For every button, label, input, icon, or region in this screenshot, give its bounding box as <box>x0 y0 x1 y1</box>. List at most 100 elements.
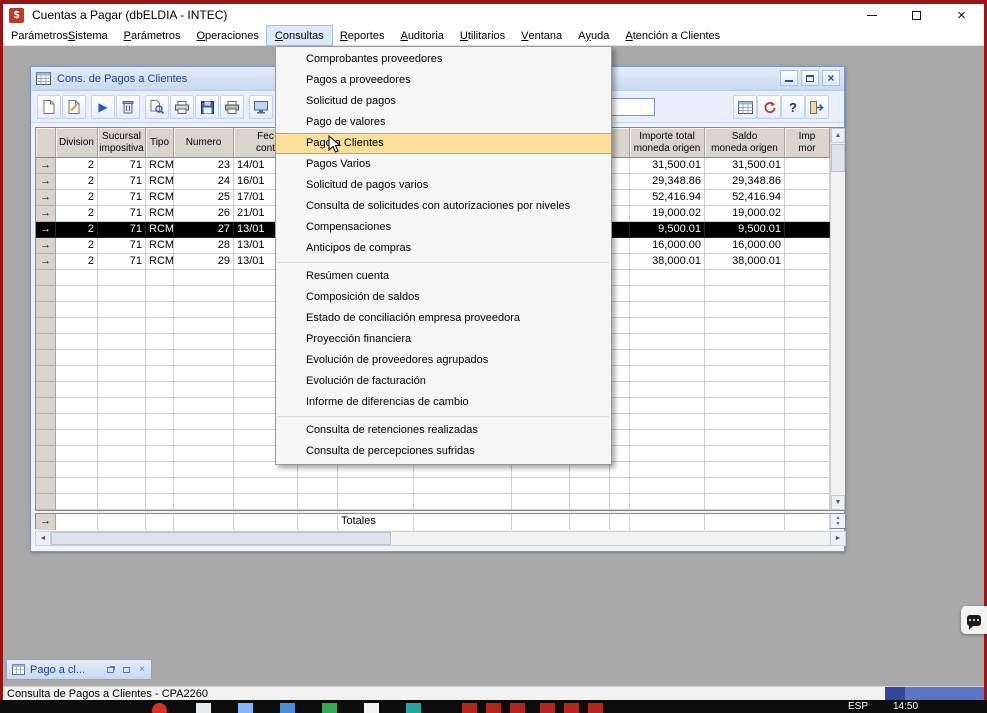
menu-item-anticipos-de-compras[interactable]: Anticipos de compras <box>276 238 611 259</box>
menubar-item-reportes[interactable]: Reportes <box>332 26 393 45</box>
taskbar-icon-1[interactable] <box>196 703 211 713</box>
menu-item-estado-de-conciliacion-empresa-proveedora[interactable]: Estado de conciliación empresa proveedor… <box>276 308 611 329</box>
preview-button[interactable] <box>145 95 169 119</box>
status-text: Consulta de Pagos a Clientes - CPA2260 <box>7 688 208 700</box>
grid-header-col-10[interactable] <box>610 128 630 158</box>
menu-item-pago-a-clientes[interactable]: Pago a Clientes <box>276 133 611 154</box>
menubar-item-parametros-sistema[interactable]: Parámetros Sistema <box>3 26 116 45</box>
export-button[interactable] <box>249 95 273 119</box>
menu-item-pagos-a-proveedores[interactable]: Pagos a proveedores <box>276 70 611 91</box>
menu-item-consulta-de-retenciones-realizadas[interactable]: Consulta de retenciones realizadas <box>276 420 611 441</box>
taskbar-icon-5[interactable] <box>364 703 379 713</box>
taskbar-icon-7[interactable] <box>462 703 477 713</box>
delete-button[interactable] <box>116 95 140 119</box>
run-button[interactable]: ▶ <box>91 95 115 119</box>
scroll-up-arrow[interactable]: ▲ <box>831 128 845 143</box>
taskbar-icon-9[interactable] <box>510 703 525 713</box>
grid-header-imp-mor[interactable]: Imp mor <box>785 128 830 158</box>
hscrollbar-thumb[interactable] <box>51 532 391 545</box>
status-segment-light <box>905 687 984 701</box>
cell <box>174 414 234 430</box>
refresh-button[interactable] <box>757 95 781 119</box>
cell: 71 <box>98 158 146 174</box>
print-button[interactable] <box>170 95 194 119</box>
menubar-item-consultas[interactable]: Consultas <box>267 26 332 45</box>
cell: 19,000.02 <box>630 206 705 222</box>
minimized-close-button[interactable]: × <box>135 663 149 676</box>
close-button[interactable]: × <box>939 4 984 26</box>
menu-item-evolucion-de-proveedores-agrupados[interactable]: Evolución de proveedores agrupados <box>276 350 611 371</box>
taskbar-icon-10[interactable] <box>540 703 555 713</box>
vertical-scrollbar[interactable]: ▲ ▼ <box>830 128 845 510</box>
menu-item-informe-de-diferencias-de-cambio[interactable]: Informe de diferencias de cambio <box>276 392 611 413</box>
help-button[interactable]: ? <box>781 95 805 119</box>
cell <box>146 478 174 494</box>
menu-item-compensaciones[interactable]: Compensaciones <box>276 217 611 238</box>
menu-item-consulta-de-percepciones-sufridas[interactable]: Consulta de percepciones sufridas <box>276 441 611 462</box>
menu-item-proyeccion-financiera[interactable]: Proyección financiera <box>276 329 611 350</box>
child-maximize-button[interactable] <box>801 70 819 86</box>
chat-overlay-button[interactable] <box>961 606 987 634</box>
child-minimize-button[interactable] <box>780 70 798 86</box>
save-button[interactable] <box>195 95 219 119</box>
grid-header-division[interactable]: Division <box>56 128 98 158</box>
menubar-item-ayuda[interactable]: Ayuda <box>570 26 617 45</box>
cell <box>630 398 705 414</box>
menu-item-pagos-varios[interactable]: Pagos Varios <box>276 154 611 175</box>
menubar-item-utilitarios[interactable]: Utilitarios <box>452 26 513 45</box>
menu-item-comprobantes-proveedores[interactable]: Comprobantes proveedores <box>276 49 611 70</box>
edit-button[interactable] <box>62 95 86 119</box>
taskbar-icon-4[interactable] <box>322 703 337 713</box>
grid-header-numero[interactable]: Numero <box>174 128 234 158</box>
menubar-item-operaciones[interactable]: Operaciones <box>188 26 266 45</box>
scroll-left-arrow[interactable]: ◄ <box>36 532 51 545</box>
grid-button[interactable] <box>733 95 757 119</box>
cell <box>174 462 234 478</box>
menubar-item-auditoria[interactable]: Auditoria <box>392 26 451 45</box>
minimized-restore-button[interactable] <box>103 663 117 676</box>
grid-header-tipo[interactable]: Tipo <box>146 128 174 158</box>
menu-item-consulta-de-solicitudes-con-autorizaciones-por-niveles[interactable]: Consulta de solicitudes con autorizacion… <box>276 196 611 217</box>
menu-item-evolucion-de-facturacion[interactable]: Evolución de facturación <box>276 371 611 392</box>
dollar-icon: $ <box>14 10 20 21</box>
menubar-item-ventana[interactable]: Ventana <box>513 26 570 45</box>
minimize-button[interactable] <box>849 4 894 26</box>
menu-item-composicion-de-saldos[interactable]: Composición de saldos <box>276 287 611 308</box>
new-button[interactable] <box>37 95 61 119</box>
taskbar-icon-11[interactable] <box>564 703 579 713</box>
cell <box>630 286 705 302</box>
language-indicator[interactable]: ESP <box>848 701 868 712</box>
cell <box>630 302 705 318</box>
child-close-button[interactable]: × <box>822 70 840 86</box>
maximize-button[interactable] <box>894 4 939 26</box>
vscrollbar-thumb[interactable] <box>831 144 845 172</box>
grid-header-importe-total-moneda-origen[interactable]: Importe total moneda origen <box>630 128 705 158</box>
horizontal-scrollbar[interactable]: ◄ ► <box>35 531 846 546</box>
cell <box>610 286 630 302</box>
print-setup-button[interactable] <box>220 95 244 119</box>
cell <box>610 398 630 414</box>
clock[interactable]: 14:50 <box>893 701 918 712</box>
exit-button[interactable] <box>805 95 829 119</box>
taskbar-icon-0[interactable] <box>152 703 167 713</box>
menu-item-solicitud-de-pagos-varios[interactable]: Solicitud de pagos varios <box>276 175 611 196</box>
cell <box>705 398 785 414</box>
footer-spinner[interactable]: ▲ ▼ <box>830 514 845 528</box>
grid-header-saldo-moneda-origen[interactable]: Saldo moneda origen <box>705 128 785 158</box>
taskbar-icon-12[interactable] <box>588 703 603 713</box>
menu-item-pago-de-valores[interactable]: Pago de valores <box>276 112 611 133</box>
taskbar-icon-3[interactable] <box>280 703 295 713</box>
menu-item-solicitud-de-pagos[interactable]: Solicitud de pagos <box>276 91 611 112</box>
menu-item-resumen-cuenta[interactable]: Resúmen cuenta <box>276 266 611 287</box>
taskbar-icon-2[interactable] <box>238 703 253 713</box>
scroll-down-arrow[interactable]: ▼ <box>831 495 845 510</box>
minimized-window[interactable]: Pago a cl... × <box>6 659 152 680</box>
menubar-item-atencion-a-clientes[interactable]: Atención a Clientes <box>617 26 728 45</box>
taskbar-icon-8[interactable] <box>486 703 501 713</box>
grid-header-sucursal-impositiva[interactable]: Sucursal impositiva <box>98 128 146 158</box>
scroll-right-arrow[interactable]: ► <box>830 532 845 545</box>
taskbar-icon-6[interactable] <box>406 703 421 713</box>
minimized-maximize-button[interactable] <box>119 663 133 676</box>
menubar-item-parametros[interactable]: Parámetros <box>116 26 189 45</box>
footer-cell <box>298 514 338 530</box>
